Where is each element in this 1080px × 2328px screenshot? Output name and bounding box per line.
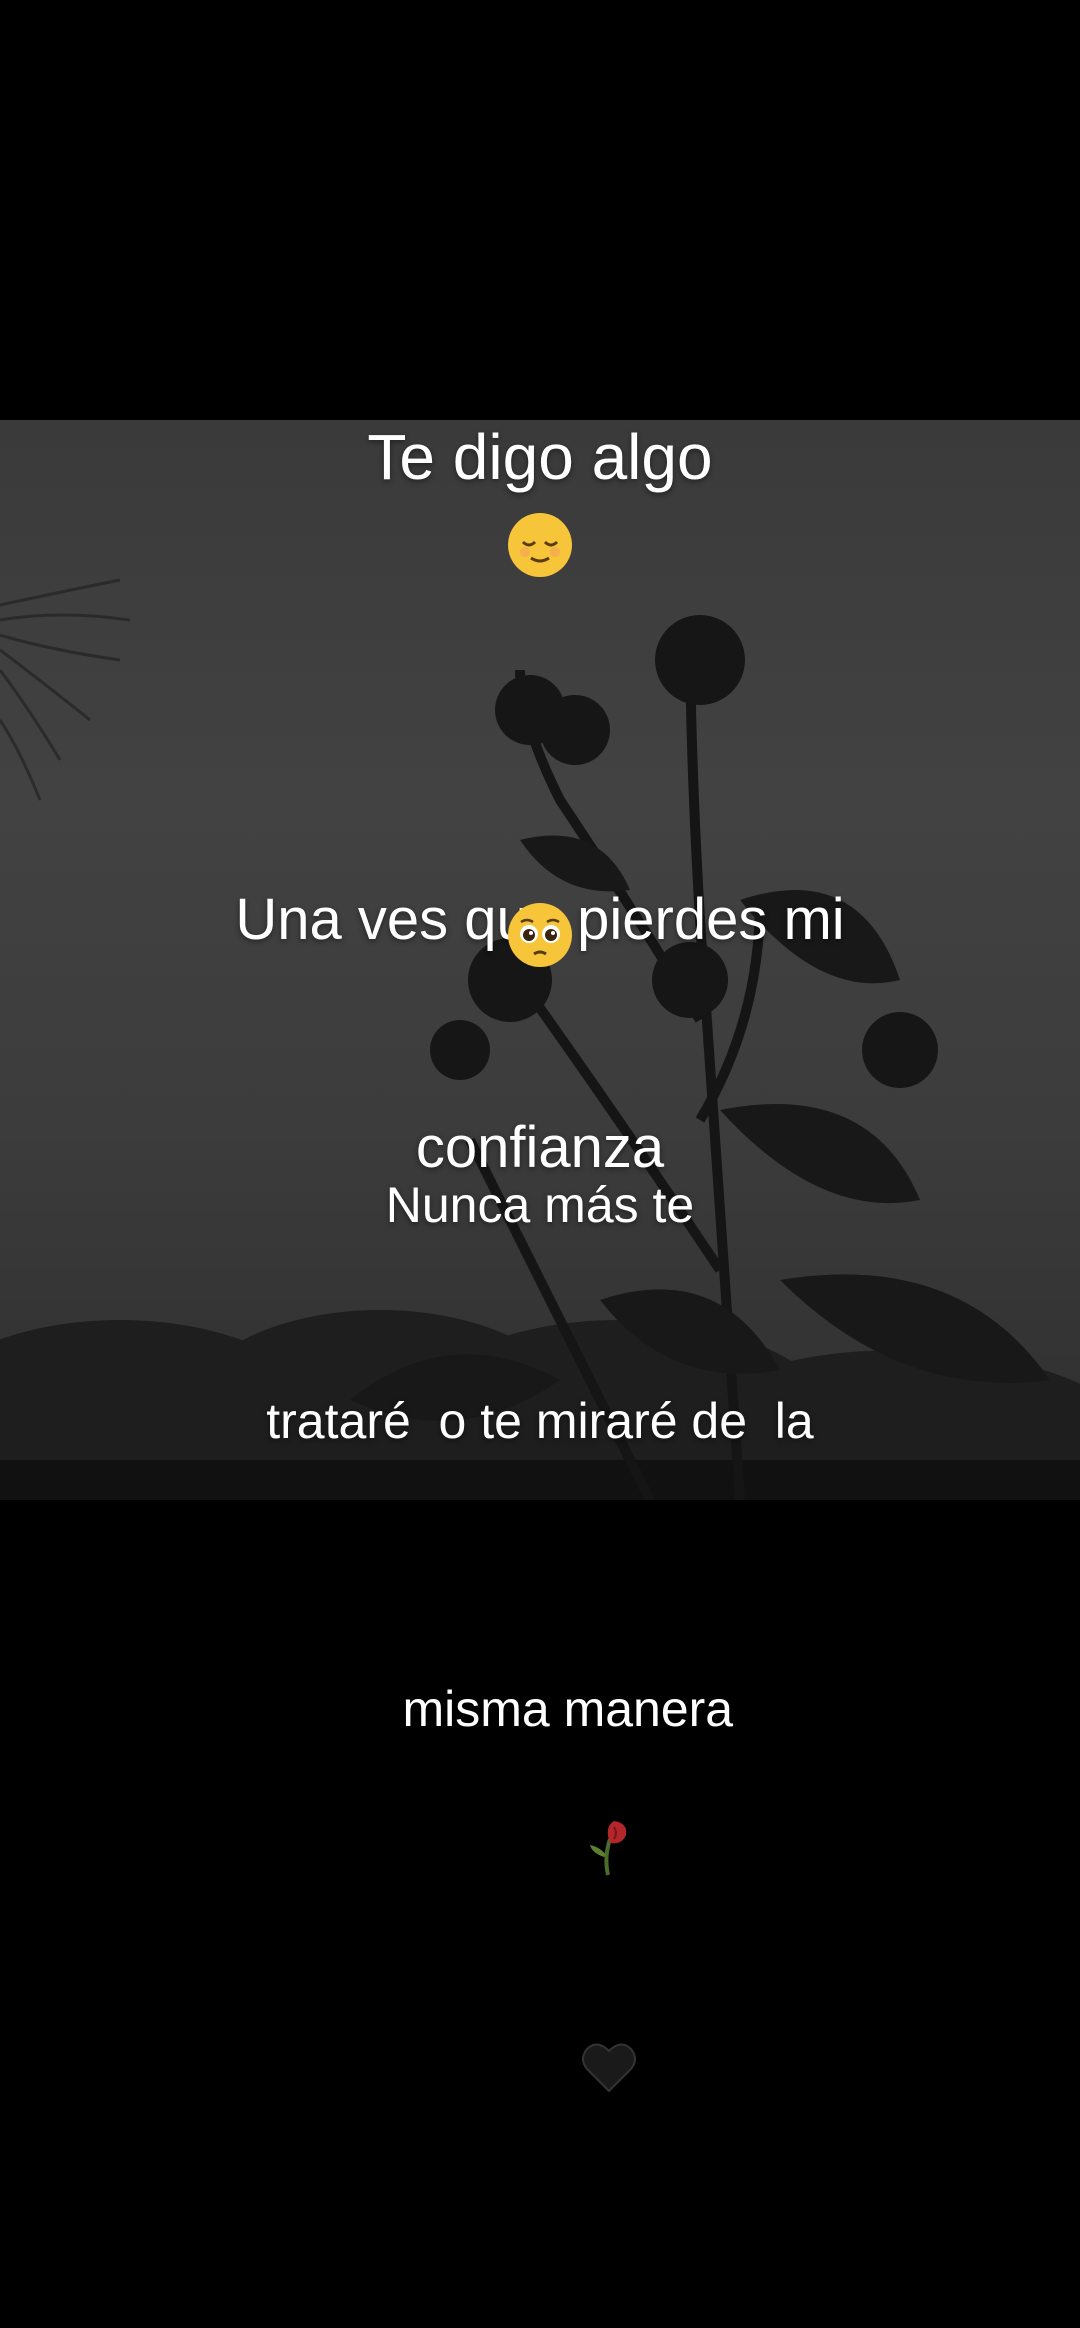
relieved-face-icon — [505, 510, 575, 585]
caption-line-3a: Nunca más te — [385, 1177, 695, 1233]
caption-line-3: Nunca más te trataré o te miraré de la m… — [0, 1025, 1080, 2328]
letterbox-top — [0, 0, 1080, 420]
pleading-face-icon — [505, 900, 575, 975]
caption-line-3b: trataré o te miraré de la — [266, 1393, 814, 1449]
caption-line-1: Te digo algo — [367, 421, 713, 493]
black-heart-icon — [498, 1968, 637, 2184]
caption-line-3c-row: misma manera — [0, 1601, 1080, 2256]
caption-line-3c: misma manera — [402, 1681, 734, 1737]
wilted-rose-icon — [501, 1745, 634, 1968]
